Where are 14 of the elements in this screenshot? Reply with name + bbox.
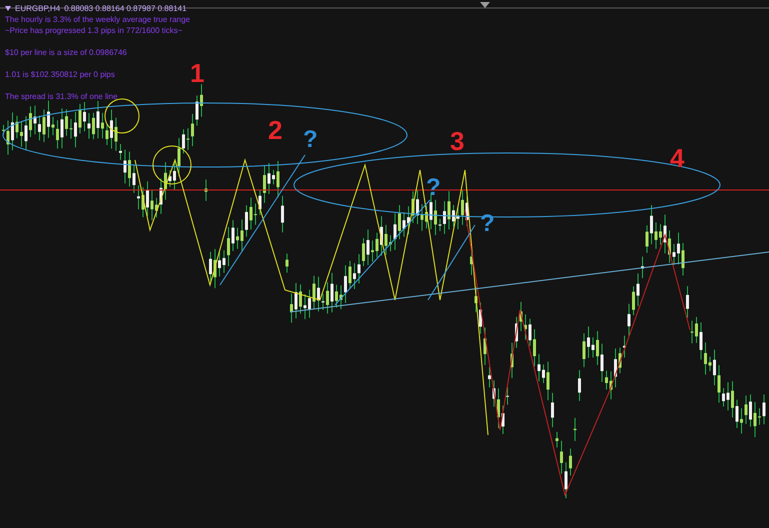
info-line: $10 per line is a size of 0.0986746 [5,47,128,58]
annotation-question-mark: ? [303,128,318,152]
annotation-number: 3 [450,128,464,154]
ohlc-values: 0.88083 0.88164 0.87987 0.88141 [64,3,187,14]
info-line: The hourly is 3.3% of the weekly average true range [5,14,190,25]
info-line: ~Price has progressed 1.3 pips in 772/1600 ticks~ [5,25,184,36]
annotation-number: 1 [190,60,204,86]
annotation-question-mark: ? [480,212,495,236]
collapse-triangle-icon[interactable] [5,6,11,11]
annotation-number: 2 [268,117,282,143]
symbol-label: EURGBP,H4 [15,3,60,14]
annotation-number: 4 [670,145,684,171]
info-line: 1.01 is $102.350812 per 0 pips [5,69,116,80]
info-line: The spread is 31.3% of one line [5,91,119,102]
